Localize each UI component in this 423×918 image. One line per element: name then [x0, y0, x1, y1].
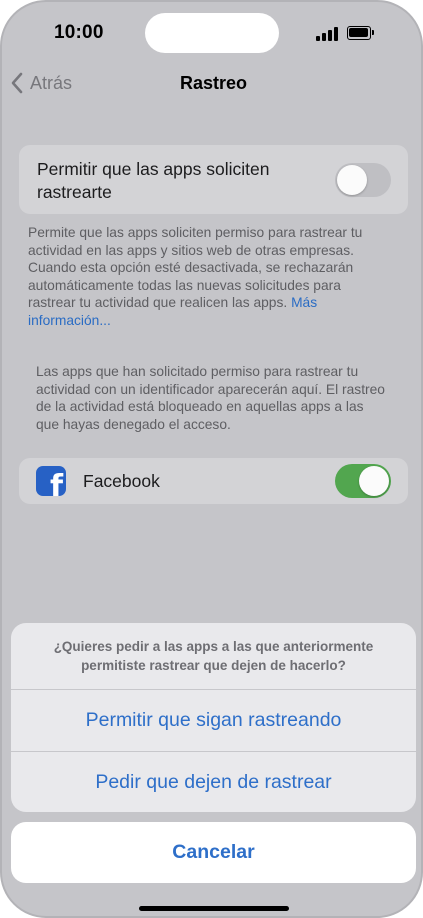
dynamic-island	[145, 13, 279, 53]
allow-continue-tracking-button[interactable]: Permitir que sigan rastreando	[11, 690, 416, 751]
allow-tracking-label: Permitir que las apps soliciten rastrear…	[37, 159, 270, 202]
toggle-knob	[359, 466, 389, 496]
cellular-signal-icon	[316, 27, 340, 41]
home-indicator[interactable]	[139, 906, 289, 911]
tracking-description: Permite que las apps soliciten permiso p…	[28, 224, 390, 329]
page-title: Rastreo	[179, 73, 248, 93]
action-sheet-message: ¿Quieres pedir a las apps a las que ante…	[11, 623, 416, 689]
cancel-button[interactable]: Cancelar	[11, 822, 416, 883]
allow-tracking-toggle[interactable]	[335, 163, 391, 197]
ask-stop-tracking-button[interactable]: Pedir que dejen de rastrear	[11, 752, 416, 812]
facebook-tracking-toggle[interactable]	[335, 464, 391, 498]
app-row-facebook: f Facebook	[19, 458, 408, 504]
phone-screen: 10:00 Atrás Rastreo Permitir que las app…	[0, 0, 423, 918]
toggle-knob	[337, 165, 367, 195]
facebook-icon: f	[36, 466, 66, 496]
app-name: Facebook	[83, 471, 160, 491]
action-sheet-message-text: ¿Quieres pedir a las apps a las que ante…	[53, 639, 374, 673]
apps-note: Las apps que han solicitado permiso para…	[36, 364, 385, 432]
action-sheet: ¿Quieres pedir a las apps a las que ante…	[11, 623, 416, 812]
status-time: 10:00	[54, 22, 104, 43]
allow-tracking-row: Permitir que las apps soliciten rastrear…	[19, 145, 408, 214]
battery-icon	[347, 26, 374, 40]
